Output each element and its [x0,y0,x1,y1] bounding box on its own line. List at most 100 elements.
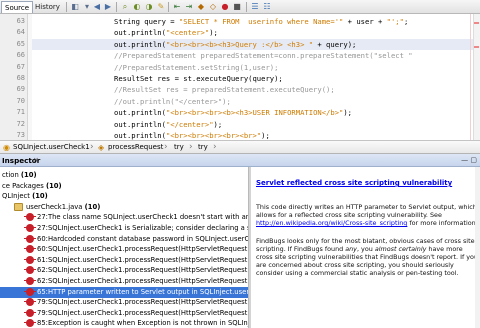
breadcrumb-item-method[interactable]: processRequest [108,141,163,154]
code-token: //PreparedStatement.setString(1,user); [114,62,279,72]
find-prev-icon[interactable]: ◐ [132,2,142,12]
code-line[interactable]: out.println("<center>"); [32,27,480,38]
bug-row[interactable]: 60:SQLInject.userCheck1.processRequest(H… [0,244,248,255]
bug-row[interactable]: 27:The class name SQLInject.userCheck1 d… [0,212,248,223]
tab-source[interactable]: Source [1,1,34,13]
macro-icon[interactable]: ◆ [196,2,206,12]
forward-icon[interactable]: ▶ [103,2,113,12]
bug-icon [24,287,36,296]
code-line[interactable]: String query = "SELECT * FROM userinfo w… [32,16,480,27]
code-line[interactable]: ResultSet res = st.executeQuery(query); [32,73,480,84]
breadcrumb-item-try[interactable]: try [198,141,208,154]
bug-row[interactable]: 60:Hardcoded constant database password … [0,234,248,245]
close-icon[interactable]: × [33,154,39,167]
code-token: "<br><br><br><b><h3>USER INFORMATION</b>… [165,108,344,118]
line-number: 66 [16,51,25,60]
notes-text: , you [356,245,375,253]
inspector-header: Inspector × — ▢ [0,154,480,167]
description-text: for more information. [407,219,478,227]
issue-count: (10) [84,202,101,211]
shift-left-icon[interactable]: ⇤ [172,2,182,12]
tree-row-label: 65:HTTP parameter written to Servlet out… [37,287,248,296]
error-stripe-mark[interactable] [474,22,479,24]
bug-row[interactable]: 65:HTTP parameter written to Servlet out… [0,286,248,298]
bug-tree[interactable]: ction (10) ce Packages (10) QLInject (10) u… [0,167,248,328]
bug-row[interactable]: 27:SQLInject.userCheck1 is Serializable;… [0,223,248,234]
breadcrumb-item-try[interactable]: try [174,141,184,154]
code-editor[interactable]: 63 String query = "SELECT * FROM userinfo… [17,14,480,140]
tree-row-label: 60:Hardcoded constant database password … [37,234,248,243]
dropdown-icon[interactable]: ▾ [82,2,92,12]
bug-row[interactable]: 61:SQLInject.userCheck1.processRequest(H… [0,255,248,266]
line-number: 63 [16,17,25,25]
method-icon: ◈ [98,143,105,152]
code-line[interactable]: //out.println("</center>"); [32,96,480,107]
code-token: "SELECT * FROM userinfo where Name='" [178,17,344,26]
issue-count: (10) [20,171,37,179]
chevron-right-icon: › [90,142,94,152]
code-token: out.println( [114,119,166,129]
tree-node[interactable]: userCheck1.java (10) [0,202,248,213]
code-token: "<br><br><b><h3>Query :</b> <h3> " [165,39,314,49]
bug-icon [24,298,36,307]
tab-history[interactable]: History [32,1,63,13]
shift-right-icon[interactable]: ⇥ [184,2,194,12]
search-icon[interactable]: ⌕ [120,2,130,12]
bug-row[interactable]: 62:SQLInject.userCheck1.processRequest(H… [0,276,248,287]
back-icon[interactable]: ◀ [92,2,102,12]
tree-row-label: 62:SQLInject.userCheck1.processRequest(H… [37,266,248,275]
line-number: 72 [16,119,25,128]
last-edit-icon[interactable]: ◧ [70,2,80,12]
find-next-icon[interactable]: ◑ [144,2,154,12]
description-text: This code directly writes an HTTP parame… [256,203,477,219]
bug-icon [24,213,36,222]
code-line[interactable]: //ResultSet res = preparedStatement.exec… [32,84,480,95]
code-token: ); [209,28,218,38]
chevron-right-icon: › [189,142,193,152]
bug-row[interactable]: 85:Exception is caught when Exception is… [0,318,248,328]
tree-row-label: 79:SQLInject.userCheck1.processRequest(H… [37,308,248,317]
notes-emphasis: any [345,245,357,253]
code-token: //ResultSet res = preparedStatement.exec… [114,85,335,95]
notes-emphasis: almost certainly [374,245,427,253]
toolbar-separator [246,2,247,12]
bookmark-icon[interactable]: ◇ [208,2,218,12]
line-number: 64 [16,28,25,37]
window-controls[interactable]: — ▢ [461,156,477,164]
code-token: out.println( [114,131,166,140]
tree-node[interactable]: ce Packages (10) [0,181,248,192]
tree-node[interactable]: QLInject (10) [0,191,248,202]
bug-row[interactable]: 79:SQLInject.userCheck1.processRequest(H… [0,308,248,319]
details-scrollbar[interactable] [475,167,480,328]
highlight-icon[interactable]: ✎ [156,2,166,12]
error-stripe[interactable] [473,14,480,140]
record-icon[interactable]: ● [220,2,230,12]
class-icon: ◉ [3,143,10,152]
wikipedia-link[interactable]: http://en.wikipedia.org/wiki/Cross-site_… [256,219,407,227]
uncomment-icon[interactable]: ☷ [262,2,272,12]
toolbar-separator [66,2,67,12]
tree-row-label: 27:SQLInject.userCheck1 is Serializable;… [37,224,248,232]
tree-row-label: 61:SQLInject.userCheck1.processRequest(H… [37,255,248,264]
code-token: out.println( [114,108,166,118]
error-stripe-mark[interactable] [474,46,479,48]
bug-title-link[interactable]: Servlet reflected cross site scripting v… [256,179,452,187]
line-number: 70 [16,96,25,105]
line-number: 65 [16,39,25,48]
bug-row[interactable]: 79:SQLInject.userCheck1.processRequest(H… [0,297,248,308]
bug-icon [24,234,36,243]
bug-row[interactable]: 62:SQLInject.userCheck1.processRequest(H… [0,265,248,276]
breadcrumb-item-class[interactable]: SQLInject.userCheck1 [13,141,90,154]
comment-icon[interactable]: ☰ [250,2,260,12]
tree-node[interactable]: ction (10) [0,170,248,181]
code-line[interactable]: //PreparedStatement preparedStatement=co… [32,50,480,61]
stop-icon[interactable]: ■ [232,2,242,12]
toolbar-separator [168,2,169,12]
code-line[interactable]: //PreparedStatement.setString(1,user); [32,62,480,73]
code-line[interactable]: out.println("<br><br><b><h3>Query :</b> … [32,38,480,50]
code-line[interactable]: out.println("<br><br><br><b><h3>USER INF… [32,107,480,118]
toolbar-separator [116,2,117,12]
code-token: String query = [114,17,179,26]
code-line[interactable]: out.println("</center>"); [32,119,480,130]
bug-icon [24,224,36,232]
